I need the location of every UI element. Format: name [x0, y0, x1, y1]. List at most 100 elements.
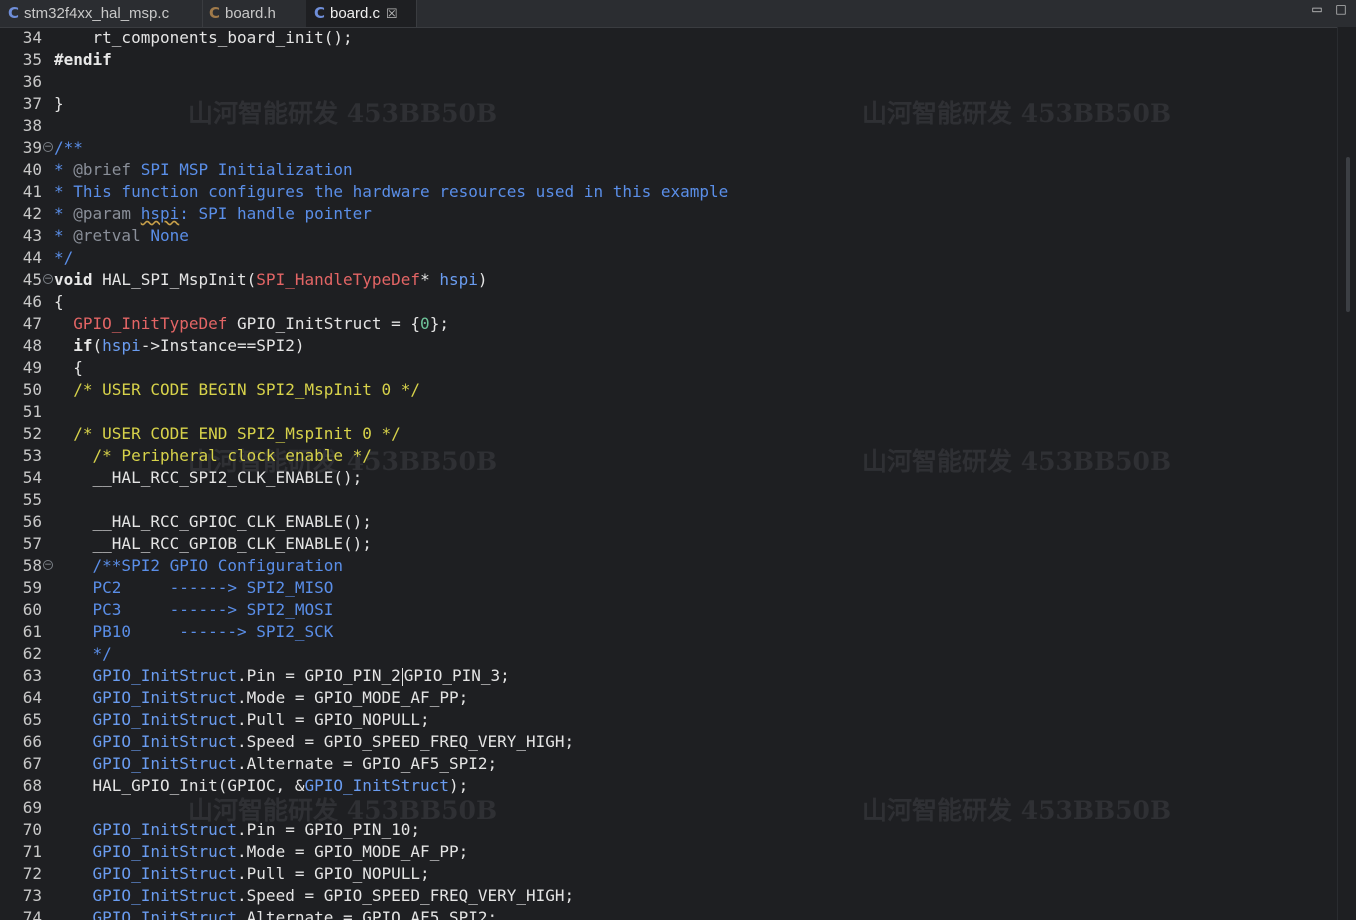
code-line[interactable]: * This function configures the hardware …	[54, 181, 728, 203]
line-number: 58	[22, 556, 42, 575]
line-number: 45	[22, 270, 42, 289]
line-number: 44	[22, 248, 42, 267]
line-number: 34	[22, 28, 42, 47]
line-number: 49	[22, 358, 42, 377]
tab-board-c[interactable]: Cboard.c ☒	[306, 0, 417, 27]
close-icon[interactable]: ☒	[386, 6, 398, 21]
code-line[interactable]: #endif	[54, 49, 112, 71]
code-editor[interactable]: 山河智能研发 453BB50B 山河智能研发 453BB50B 山河智能研发 4…	[0, 27, 1356, 920]
c-file-icon: C	[209, 4, 221, 22]
tab-stm32f4xx-hal-msp[interactable]: Cstm32f4xx_hal_msp.c	[0, 0, 203, 27]
line-number: 52	[22, 424, 42, 443]
code-line[interactable]: GPIO_InitStruct.Speed = GPIO_SPEED_FREQ_…	[54, 885, 575, 907]
line-number: 40	[22, 160, 42, 179]
fold-toggle-icon[interactable]: −	[43, 560, 53, 570]
code-line[interactable]: rt_components_board_init();	[54, 27, 353, 49]
code-line[interactable]: __HAL_RCC_GPIOC_CLK_ENABLE();	[54, 511, 372, 533]
code-line[interactable]: PB10 ------> SPI2_SCK	[54, 621, 334, 643]
code-line[interactable]: __HAL_RCC_SPI2_CLK_ENABLE();	[54, 467, 363, 489]
code-line[interactable]: */	[54, 247, 73, 269]
line-number: 59	[22, 578, 42, 597]
line-number: 73	[22, 886, 42, 905]
line-number: 48	[22, 336, 42, 355]
tab-label: board.c	[330, 5, 381, 22]
code-line[interactable]: GPIO_InitTypeDef GPIO_InitStruct = {0};	[54, 313, 449, 335]
code-line[interactable]: if(hspi->Instance==SPI2)	[54, 335, 304, 357]
line-number: 42	[22, 204, 42, 223]
line-number: 60	[22, 600, 42, 619]
line-number: 64	[22, 688, 42, 707]
line-number: 65	[22, 710, 42, 729]
watermark: 山河智能研发 453BB50B	[862, 99, 1172, 128]
code-line[interactable]: void HAL_SPI_MspInit(SPI_HandleTypeDef* …	[54, 269, 488, 291]
code-line[interactable]: GPIO_InitStruct.Alternate = GPIO_AF5_SPI…	[54, 753, 498, 775]
line-number: 36	[22, 72, 42, 91]
line-number: 39	[22, 138, 42, 157]
line-number: 74	[22, 908, 42, 920]
code-line[interactable]: GPIO_InitStruct.Speed = GPIO_SPEED_FREQ_…	[54, 731, 575, 753]
line-number: 57	[22, 534, 42, 553]
line-number: 63	[22, 666, 42, 685]
code-line[interactable]: */	[54, 643, 112, 665]
watermark: 山河智能研发 453BB50B	[862, 796, 1172, 825]
fold-toggle-icon[interactable]: −	[43, 274, 53, 284]
line-number: 54	[22, 468, 42, 487]
tab-board-h[interactable]: Cboard.h	[201, 0, 308, 27]
code-line[interactable]: /* Peripheral clock enable */	[54, 445, 372, 467]
line-number: 66	[22, 732, 42, 751]
code-line[interactable]: HAL_GPIO_Init(GPIOC, &GPIO_InitStruct);	[54, 775, 469, 797]
code-line[interactable]: {	[54, 357, 83, 379]
fold-toggle-icon[interactable]: −	[43, 142, 53, 152]
line-number: 47	[22, 314, 42, 333]
code-line[interactable]: __HAL_RCC_GPIOB_CLK_ENABLE();	[54, 533, 372, 555]
c-file-icon: C	[8, 4, 20, 22]
line-number: 70	[22, 820, 42, 839]
line-number: 62	[22, 644, 42, 663]
line-number: 41	[22, 182, 42, 201]
code-line[interactable]: GPIO_InitStruct.Pin = GPIO_PIN_10;	[54, 819, 421, 841]
editor-tab-bar: Cstm32f4xx_hal_msp.c Cboard.h Cboard.c ☒ …	[0, 0, 1356, 28]
code-line[interactable]: /* USER CODE BEGIN SPI2_MspInit 0 */	[54, 379, 420, 401]
line-number: 46	[22, 292, 42, 311]
line-number: 71	[22, 842, 42, 861]
line-number: 72	[22, 864, 42, 883]
code-line[interactable]: {	[54, 291, 64, 313]
code-line[interactable]: /* USER CODE END SPI2_MspInit 0 */	[54, 423, 401, 445]
tab-label: board.h	[225, 5, 276, 22]
code-line[interactable]: /**SPI2 GPIO Configuration	[54, 555, 343, 577]
code-line[interactable]: GPIO_InitStruct.Mode = GPIO_MODE_AF_PP;	[54, 841, 469, 863]
line-number: 53	[22, 446, 42, 465]
code-line[interactable]: GPIO_InitStruct.Pull = GPIO_NOPULL;	[54, 709, 430, 731]
scrollbar-thumb[interactable]	[1346, 157, 1350, 312]
line-number: 50	[22, 380, 42, 399]
code-line[interactable]: GPIO_InitStruct.Alternate = GPIO_AF5_SPI…	[54, 907, 498, 920]
code-line[interactable]: /**	[54, 137, 83, 159]
code-line[interactable]: PC2 ------> SPI2_MISO	[54, 577, 334, 599]
line-number: 37	[22, 94, 42, 113]
code-line[interactable]: * @retval None	[54, 225, 189, 247]
minimize-icon[interactable]: ▭	[1310, 3, 1324, 15]
line-number: 69	[22, 798, 42, 817]
maximize-icon[interactable]: □	[1334, 3, 1348, 15]
code-line[interactable]: * @param hspi: SPI handle pointer	[54, 203, 372, 225]
line-number: 43	[22, 226, 42, 245]
line-number: 51	[22, 402, 42, 421]
code-line[interactable]: GPIO_InitStruct.Pull = GPIO_NOPULL;	[54, 863, 430, 885]
line-number: 56	[22, 512, 42, 531]
watermark: 山河智能研发 453BB50B	[862, 447, 1172, 476]
code-line[interactable]: * @brief SPI MSP Initialization	[54, 159, 353, 181]
text-cursor	[401, 667, 403, 686]
c-file-icon: C	[314, 4, 326, 22]
tab-label: stm32f4xx_hal_msp.c	[24, 5, 170, 22]
watermark: 山河智能研发 453BB50B	[188, 99, 498, 128]
code-line[interactable]: GPIO_InitStruct.Pin = GPIO_PIN_2 GPIO_PIN…	[54, 665, 510, 687]
code-line[interactable]: PC3 ------> SPI2_MOSI	[54, 599, 334, 621]
line-number: 68	[22, 776, 42, 795]
line-number: 61	[22, 622, 42, 641]
vertical-scrollbar[interactable]	[1337, 27, 1356, 920]
line-number: 55	[22, 490, 42, 509]
code-line[interactable]: GPIO_InitStruct.Mode = GPIO_MODE_AF_PP;	[54, 687, 469, 709]
line-number: 67	[22, 754, 42, 773]
code-line[interactable]: }	[54, 93, 64, 115]
line-number: 35	[22, 50, 42, 69]
